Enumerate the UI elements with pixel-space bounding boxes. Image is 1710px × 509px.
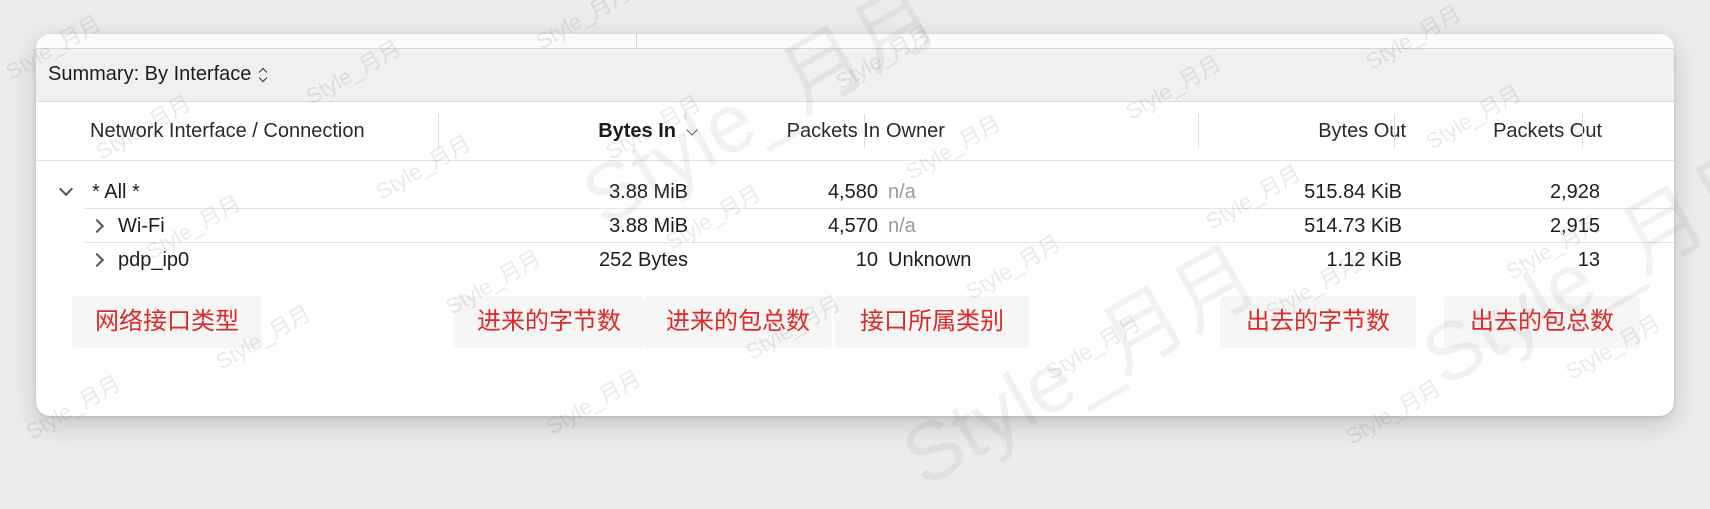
column-header-bytes-out[interactable]: Bytes Out	[1186, 102, 1406, 160]
annotation-owner: 接口所属类别	[834, 296, 1030, 348]
packets-out-value: 13	[1577, 249, 1600, 271]
top-strip-divider	[636, 34, 637, 48]
table-header: Network Interface / Connection Bytes In …	[36, 102, 1674, 161]
interface-name: pdp_ip0	[118, 249, 190, 271]
column-separator[interactable]	[1394, 114, 1395, 148]
annotation-interface-type: 网络接口类型	[72, 296, 262, 348]
packets-in-value: 10	[855, 249, 878, 271]
packets-in-value: 4,580	[827, 181, 878, 203]
annotation-packets-out: 出去的包总数	[1444, 296, 1640, 348]
owner-value: n/a	[888, 215, 916, 237]
packets-out-value: 2,915	[1549, 215, 1600, 237]
bytes-out-value: 1.12 KiB	[1326, 249, 1402, 271]
interface-name: * All *	[92, 181, 140, 203]
column-header-packets-out[interactable]: Packets Out	[1416, 102, 1602, 160]
owner-value: n/a	[888, 181, 916, 203]
network-window: Summary: By Interface Network Interface …	[36, 34, 1674, 416]
table-row-all[interactable]: * All * 3.88 MiB 4,580 n/a 515.84 KiB 2,…	[36, 175, 1674, 209]
column-separator[interactable]	[438, 114, 439, 148]
bytes-out-value: 515.84 KiB	[1304, 181, 1402, 203]
disclosure-collapsed-icon[interactable]	[92, 218, 108, 234]
column-separator[interactable]	[864, 114, 865, 148]
column-header-packets-in[interactable]: Packets In	[656, 102, 880, 160]
up-down-chevron-icon	[259, 66, 269, 84]
summary-label: Summary: By Interface	[48, 63, 252, 85]
interface-name: Wi-Fi	[118, 215, 165, 237]
packets-in-value: 4,570	[827, 215, 878, 237]
disclosure-collapsed-icon[interactable]	[92, 252, 108, 268]
column-separator[interactable]	[1582, 114, 1583, 148]
annotation-bytes-in: 进来的字节数	[454, 296, 644, 348]
disclosure-expanded-icon[interactable]	[58, 184, 74, 200]
bytes-out-value: 514.73 KiB	[1304, 215, 1402, 237]
summary-bar: Summary: By Interface	[36, 49, 1674, 102]
column-header-owner[interactable]: Owner	[886, 102, 945, 160]
table-row-pdp-ip0[interactable]: pdp_ip0 252 Bytes 10 Unknown 1.12 KiB 13	[36, 243, 1674, 277]
table-row-wifi[interactable]: Wi-Fi 3.88 MiB 4,570 n/a 514.73 KiB 2,91…	[36, 209, 1674, 243]
packets-out-value: 2,928	[1549, 181, 1600, 203]
annotation-bytes-out: 出去的字节数	[1220, 296, 1416, 348]
top-strip	[36, 34, 1674, 49]
summary-popup-button[interactable]: Summary: By Interface	[48, 63, 269, 86]
column-header-interface[interactable]: Network Interface / Connection	[90, 102, 365, 160]
annotation-packets-in: 进来的包总数	[644, 296, 832, 348]
owner-value: Unknown	[888, 249, 972, 271]
